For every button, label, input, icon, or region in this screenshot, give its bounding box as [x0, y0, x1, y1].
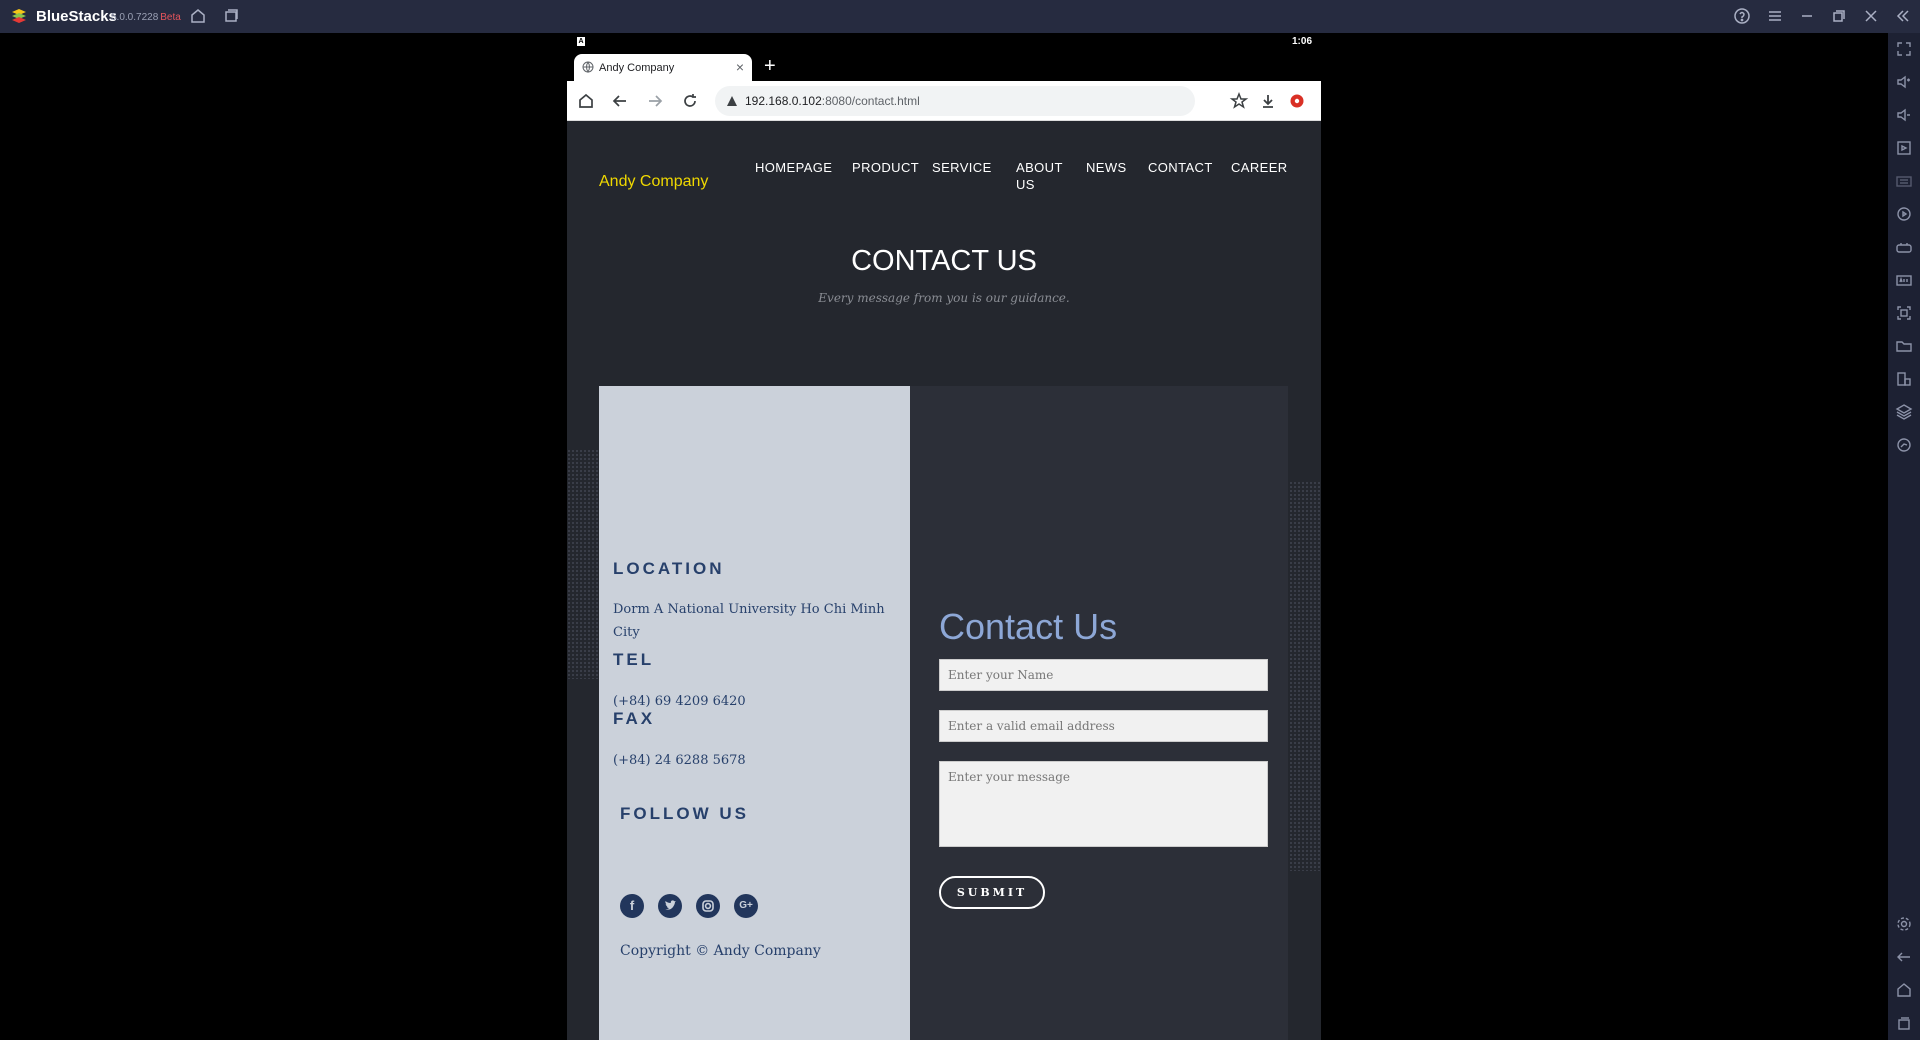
copyright-text: Copyright © Andy Company	[620, 943, 821, 959]
message-field[interactable]: Enter your message	[939, 761, 1268, 847]
reload-icon[interactable]	[680, 91, 700, 111]
contact-info-panel: LOCATION Dorm A National University Ho C…	[599, 386, 910, 1040]
globe-icon	[582, 61, 594, 73]
settings-icon[interactable]	[1894, 914, 1914, 934]
multi-instance-icon[interactable]	[221, 6, 241, 26]
page-title: CONTACT US	[851, 245, 1037, 277]
volume-down-icon[interactable]	[1894, 105, 1914, 125]
back-icon[interactable]	[1894, 947, 1914, 967]
google-plus-icon[interactable]: G+	[734, 894, 758, 918]
page-subtitle: Every message from you is our guidance.	[818, 291, 1070, 305]
forward-arrow-icon[interactable]	[645, 91, 665, 111]
minimize-icon[interactable]	[1797, 6, 1817, 26]
emulator-titlebar: BlueStacks 5.0.0.7228 Beta	[0, 0, 1920, 33]
twitter-icon[interactable]	[658, 894, 682, 918]
apk-icon[interactable]	[1894, 270, 1914, 290]
collapse-sidebar-icon[interactable]	[1893, 6, 1913, 26]
resize-icon[interactable]	[1894, 369, 1914, 389]
android-screen: A 1:06 Andy Company × + 192.168.0.102:80…	[567, 33, 1321, 1040]
nav-career[interactable]: CAREER	[1231, 159, 1288, 176]
eco-mode-icon[interactable]	[1894, 435, 1914, 455]
browser-toolbar: 192.168.0.102:8080/contact.html	[567, 81, 1321, 121]
nav-product[interactable]: PRODUCT	[852, 159, 919, 176]
home-icon[interactable]	[188, 6, 208, 26]
folder-icon[interactable]	[1894, 336, 1914, 356]
tel-heading: TEL	[613, 650, 655, 669]
status-time: 1:06	[1291, 36, 1312, 47]
recent-apps-icon[interactable]	[1894, 1013, 1914, 1033]
name-field[interactable]: Enter your Name	[939, 659, 1268, 691]
form-title: Contact Us	[939, 606, 1118, 647]
close-icon[interactable]	[1861, 6, 1881, 26]
back-arrow-icon[interactable]	[610, 91, 630, 111]
nav-about-us[interactable]: ABOUT US	[1016, 159, 1068, 193]
layers-icon[interactable]	[1894, 402, 1914, 422]
facebook-icon[interactable]: f	[620, 894, 644, 918]
location-heading: LOCATION	[613, 559, 725, 578]
download-icon[interactable]	[1258, 91, 1278, 111]
macro-icon[interactable]	[1894, 138, 1914, 158]
site-brand-logo[interactable]: Andy Company	[599, 173, 708, 191]
instagram-icon[interactable]	[696, 894, 720, 918]
nav-homepage[interactable]: HOMEPAGE	[755, 159, 832, 176]
app-name: BlueStacks	[36, 8, 117, 25]
url-text: 192.168.0.102:8080/contact.html	[745, 94, 920, 108]
follow-heading: FOLLOW US	[620, 804, 749, 823]
nav-service[interactable]: SERVICE	[932, 159, 992, 176]
contact-form-panel: Contact Us Enter your Name Enter a valid…	[910, 386, 1288, 1040]
address-bar[interactable]: 192.168.0.102:8080/contact.html	[715, 86, 1195, 116]
volume-up-icon[interactable]	[1894, 72, 1914, 92]
gamepad-icon[interactable]	[1894, 237, 1914, 257]
screenshot-icon[interactable]	[1894, 303, 1914, 323]
extension-icon[interactable]	[1287, 91, 1307, 111]
location-value: Dorm A National University Ho Chi Minh C…	[613, 602, 885, 640]
fullscreen-icon[interactable]	[1894, 39, 1914, 59]
fax-value: (+84) 24 6288 5678	[613, 753, 746, 768]
tab-close-icon[interactable]: ×	[736, 59, 744, 75]
fax-heading: FAX	[613, 709, 656, 728]
help-icon[interactable]	[1732, 6, 1752, 26]
android-home-icon[interactable]	[1894, 980, 1914, 1000]
nav-contact[interactable]: CONTACT	[1148, 159, 1213, 176]
browser-home-icon[interactable]	[576, 91, 596, 111]
email-field[interactable]: Enter a valid email address	[939, 710, 1268, 742]
notification-icon: A	[577, 37, 585, 46]
bluestacks-logo-icon	[12, 9, 26, 23]
record-icon[interactable]	[1894, 204, 1914, 224]
keyboard-icon[interactable]	[1894, 171, 1914, 191]
not-secure-icon	[727, 96, 737, 106]
tab-title: Andy Company	[599, 62, 675, 74]
restore-icon[interactable]	[1829, 6, 1849, 26]
nav-news[interactable]: NEWS	[1086, 159, 1127, 176]
submit-button[interactable]: SUBMIT	[939, 876, 1045, 909]
emulator-sidebar	[1888, 33, 1920, 1040]
browser-tab-strip: Andy Company × +	[567, 51, 1321, 81]
new-tab-button[interactable]: +	[764, 55, 776, 78]
android-status-bar: A 1:06	[567, 33, 1321, 51]
app-version: 5.0.0.7228 Beta	[111, 12, 181, 23]
browser-tab[interactable]: Andy Company ×	[574, 54, 752, 81]
web-page: Andy Company HOMEPAGE PRODUCT SERVICE AB…	[567, 121, 1321, 1040]
menu-icon[interactable]	[1765, 6, 1785, 26]
bookmark-star-icon[interactable]	[1229, 91, 1249, 111]
